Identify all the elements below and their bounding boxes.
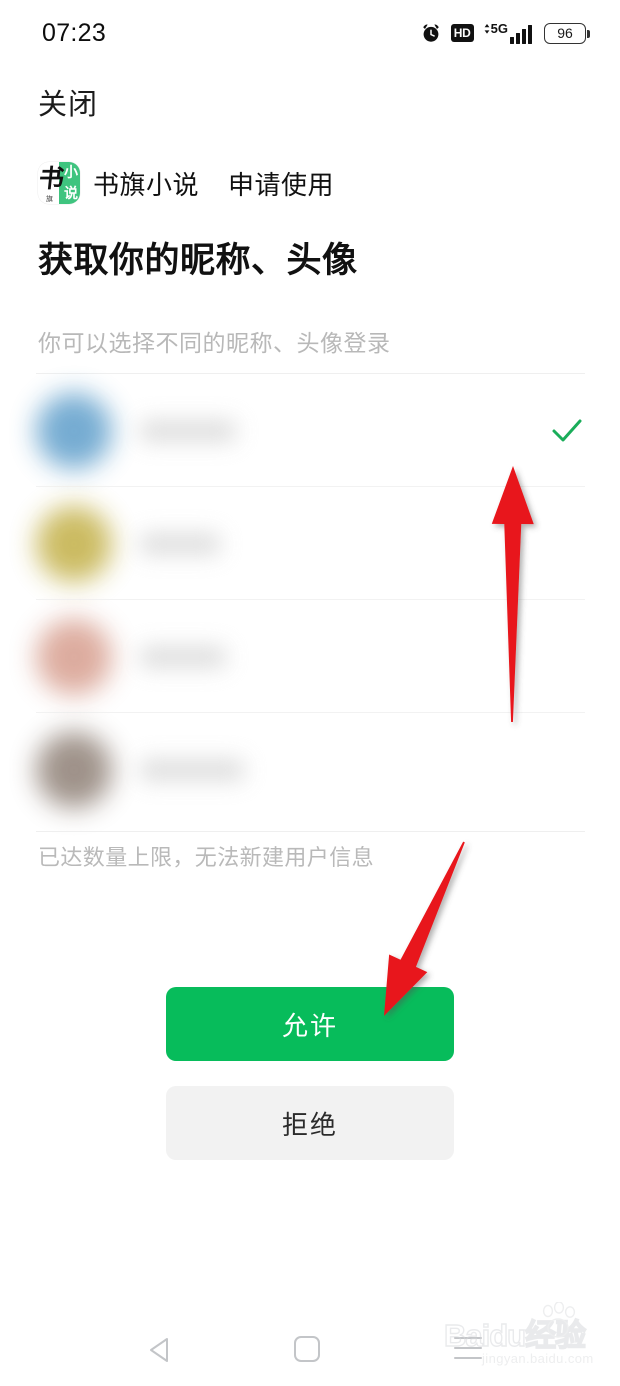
- app-logo-glyph-xiao: 小: [64, 164, 78, 180]
- avatar: [36, 392, 112, 469]
- app-logo-glyph-shuo: 说: [64, 185, 78, 201]
- account-row[interactable]: [0, 600, 620, 713]
- nickname-label: [140, 419, 236, 442]
- page-subtitle: 你可以选择不同的昵称、头像登录: [38, 330, 391, 356]
- data-transfer-arrows-icon: [484, 24, 490, 34]
- app-name-label: 书旗小说: [93, 169, 200, 200]
- status-bar: 07:23 HD 5G 96: [0, 0, 620, 66]
- limit-notice-label: 已达数量上限，无法新建用户信息: [38, 845, 375, 870]
- app-header: 书 小 说 旗 书旗小说 申请使用: [38, 162, 334, 204]
- alarm-clock-icon: [422, 24, 439, 42]
- avatar: [36, 505, 112, 582]
- status-time: 07:23: [42, 18, 107, 47]
- recents-button-icon[interactable]: [454, 1337, 482, 1359]
- allow-button[interactable]: 允许: [166, 987, 454, 1061]
- app-logo-icon: 书 小 说 旗: [38, 162, 80, 204]
- app-logo-glyph-sub: 旗: [46, 196, 53, 203]
- status-icons: HD 5G 96: [420, 22, 590, 44]
- account-row[interactable]: [0, 374, 620, 487]
- battery-icon: 96: [544, 22, 590, 44]
- nickname-label: [140, 758, 244, 781]
- list-bottom-divider: [36, 831, 585, 832]
- nickname-label: [140, 645, 226, 668]
- page-title: 获取你的昵称、头像: [38, 241, 358, 280]
- avatar: [36, 618, 112, 695]
- system-navigation-bar: [0, 1300, 620, 1386]
- account-row[interactable]: [0, 713, 620, 826]
- avatar: [36, 731, 112, 808]
- account-list: [0, 374, 620, 830]
- signal-5g-icon: 5G: [483, 22, 532, 44]
- checkmark-icon: [552, 419, 582, 441]
- home-button-icon[interactable]: [294, 1336, 320, 1362]
- app-logo-glyph-shu: 书: [38, 164, 66, 193]
- app-request-label: 申请使用: [228, 169, 335, 200]
- battery-level-label: 96: [557, 25, 573, 41]
- signal-bars-icon: [510, 25, 532, 44]
- top-nav-bar: 关闭: [0, 72, 620, 132]
- nickname-label: [140, 532, 220, 555]
- back-button-icon[interactable]: [146, 1336, 172, 1364]
- account-row[interactable]: [0, 487, 620, 600]
- network-type-label: 5G: [490, 21, 508, 36]
- reject-button[interactable]: 拒绝: [166, 1086, 454, 1160]
- close-button[interactable]: 关闭: [38, 81, 98, 123]
- hd-icon: HD: [450, 24, 474, 42]
